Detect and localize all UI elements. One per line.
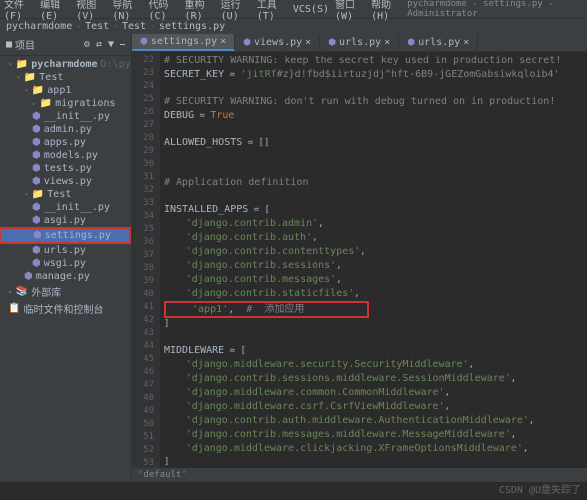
project-label: ■: [6, 39, 12, 50]
window-title: pycharmdome - settings.py - Administrato…: [407, 0, 583, 19]
gear-icon[interactable]: ⚙ ⇄ ▼ ⎯: [84, 39, 125, 50]
menu-refactor[interactable]: 重构(R): [185, 0, 215, 22]
menu-nav[interactable]: 导航(N): [112, 0, 142, 22]
tree-file[interactable]: ⬢asgi.py: [0, 214, 131, 227]
python-icon: ⬢: [24, 271, 33, 282]
breadcrumb-item[interactable]: settings.py: [159, 21, 225, 32]
folder-icon: 📁: [40, 98, 52, 109]
folder-icon: 📁: [32, 189, 44, 200]
status-path: 'default': [132, 468, 587, 482]
tree-folder-app1[interactable]: ▾📁app1: [0, 84, 131, 97]
tab-urls2[interactable]: ⬢urls.py×: [399, 35, 478, 50]
python-icon: ⬢: [328, 38, 336, 48]
python-icon: ⬢: [32, 150, 41, 161]
tree-file[interactable]: ⬢manage.py: [0, 270, 131, 283]
tree-file[interactable]: ⬢__init__.py: [0, 110, 131, 123]
tree-file[interactable]: ⬢admin.py: [0, 123, 131, 136]
sidebar-header: ■ 项目⚙ ⇄ ▼ ⎯: [0, 34, 131, 56]
python-icon: ⬢: [140, 37, 148, 47]
menu-tools[interactable]: 工具(T): [257, 0, 287, 22]
folder-icon: 📁: [16, 59, 28, 70]
code-area[interactable]: 22 23 24 25 26 27 28 29 30 31 32 33 34 3…: [132, 52, 587, 468]
menu-vcs[interactable]: VCS(S): [293, 4, 329, 15]
menu-run[interactable]: 运行(U): [221, 0, 251, 22]
close-icon[interactable]: ×: [384, 37, 390, 48]
close-icon[interactable]: ×: [305, 37, 311, 48]
menu-window[interactable]: 窗口(W): [335, 0, 365, 22]
watermark: CSDN @U盘失踪了: [499, 481, 581, 496]
menu-code[interactable]: 代码(C): [148, 0, 178, 22]
python-icon: ⬢: [32, 215, 41, 226]
editor-pane: ⬢settings.py× ⬢views.py× ⬢urls.py× ⬢urls…: [132, 34, 587, 482]
python-icon: ⬢: [32, 176, 41, 187]
tree-folder-migrations[interactable]: ▸📁migrations: [0, 97, 131, 110]
tree-file-settings[interactable]: ⬢settings.py: [1, 229, 129, 242]
line-gutter: 22 23 24 25 26 27 28 29 30 31 32 33 34 3…: [132, 52, 160, 468]
python-icon: ⬢: [33, 230, 42, 241]
menu-help[interactable]: 帮助(H): [371, 0, 401, 22]
python-icon: ⬢: [32, 137, 41, 148]
project-tree: ▾📁pycharmdome D:\pycharmdome ▾📁Test ▾📁ap…: [0, 56, 131, 319]
tab-settings[interactable]: ⬢settings.py×: [132, 34, 235, 51]
tab-urls1[interactable]: ⬢urls.py×: [320, 35, 399, 50]
menu-edit[interactable]: 编辑(E): [40, 0, 70, 22]
tree-file[interactable]: ⬢views.py: [0, 175, 131, 188]
breadcrumb-item[interactable]: Test: [122, 21, 146, 32]
folder-icon: 📁: [24, 72, 36, 83]
tree-root[interactable]: ▾📁pycharmdome D:\pycharmdome: [0, 58, 131, 71]
menu-view[interactable]: 视图(V): [76, 0, 106, 22]
tree-file[interactable]: ⬢__init__.py: [0, 201, 131, 214]
project-sidebar: ■ 项目⚙ ⇄ ▼ ⎯ ▾📁pycharmdome D:\pycharmdome…: [0, 34, 132, 482]
python-icon: ⬢: [243, 38, 251, 48]
python-icon: ⬢: [32, 124, 41, 135]
menubar: 文件(F) 编辑(E) 视图(V) 导航(N) 代码(C) 重构(R) 运行(U…: [0, 0, 587, 18]
tree-file[interactable]: ⬢apps.py: [0, 136, 131, 149]
tab-views[interactable]: ⬢views.py×: [235, 35, 320, 50]
breadcrumb-item[interactable]: Test: [85, 21, 109, 32]
python-icon: ⬢: [32, 163, 41, 174]
tree-folder-test[interactable]: ▾📁Test: [0, 71, 131, 84]
scratch-icon: 📋: [8, 303, 20, 314]
python-icon: ⬢: [32, 245, 41, 256]
python-icon: ⬢: [32, 111, 41, 122]
python-icon: ⬢: [32, 202, 41, 213]
tree-file[interactable]: ⬢tests.py: [0, 162, 131, 175]
tree-file[interactable]: ⬢urls.py: [0, 244, 131, 257]
library-icon: 📚: [16, 286, 28, 297]
tree-file[interactable]: ⬢models.py: [0, 149, 131, 162]
folder-icon: 📁: [32, 85, 44, 96]
python-icon: ⬢: [407, 38, 415, 48]
tree-file[interactable]: ⬢wsgi.py: [0, 257, 131, 270]
code-content[interactable]: # SECURITY WARNING: keep the secret key …: [160, 52, 587, 468]
tree-folder-test2[interactable]: ▾📁Test: [0, 188, 131, 201]
highlighted-file-box: ⬢settings.py: [0, 227, 131, 244]
tree-external-libs[interactable]: ▸📚外部库: [0, 283, 131, 300]
breadcrumb: pycharmdome› Test› Test› settings.py: [0, 18, 587, 34]
python-icon: ⬢: [32, 258, 41, 269]
close-icon[interactable]: ×: [463, 37, 469, 48]
close-icon[interactable]: ×: [220, 36, 226, 47]
menu-file[interactable]: 文件(F): [4, 0, 34, 22]
tree-scratch[interactable]: 📋临时文件和控制台: [0, 300, 131, 317]
breadcrumb-item[interactable]: pycharmdome: [6, 21, 72, 32]
editor-tabs: ⬢settings.py× ⬢views.py× ⬢urls.py× ⬢urls…: [132, 34, 587, 52]
